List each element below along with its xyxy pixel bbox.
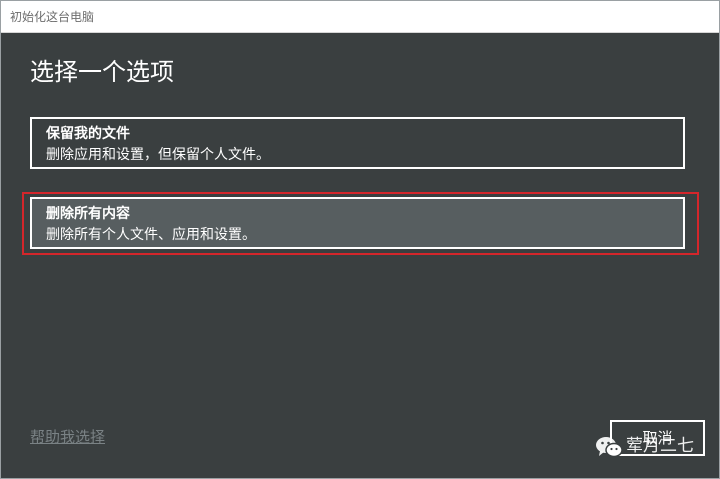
- option-title: 删除所有内容: [46, 206, 130, 222]
- window-title: 初始化这台电脑: [10, 10, 95, 24]
- title-bar: 初始化这台电脑: [1, 1, 719, 33]
- help-me-choose-link[interactable]: 帮助我选择: [30, 427, 105, 447]
- cancel-label: 取消: [642, 429, 673, 447]
- reset-pc-window: 初始化这台电脑 选择一个选项 保留我的文件 删除应用和设置，但保留个人文件。 删…: [0, 0, 720, 479]
- page-heading: 选择一个选项: [30, 58, 174, 86]
- cancel-button[interactable]: 取消: [610, 420, 705, 456]
- option-description: 删除所有个人文件、应用和设置。: [46, 227, 256, 243]
- remove-everything-option[interactable]: 删除所有内容 删除所有个人文件、应用和设置。: [30, 197, 685, 249]
- option-description: 删除应用和设置，但保留个人文件。: [46, 147, 270, 163]
- option-title: 保留我的文件: [46, 126, 130, 142]
- keep-my-files-option[interactable]: 保留我的文件 删除应用和设置，但保留个人文件。: [30, 117, 685, 169]
